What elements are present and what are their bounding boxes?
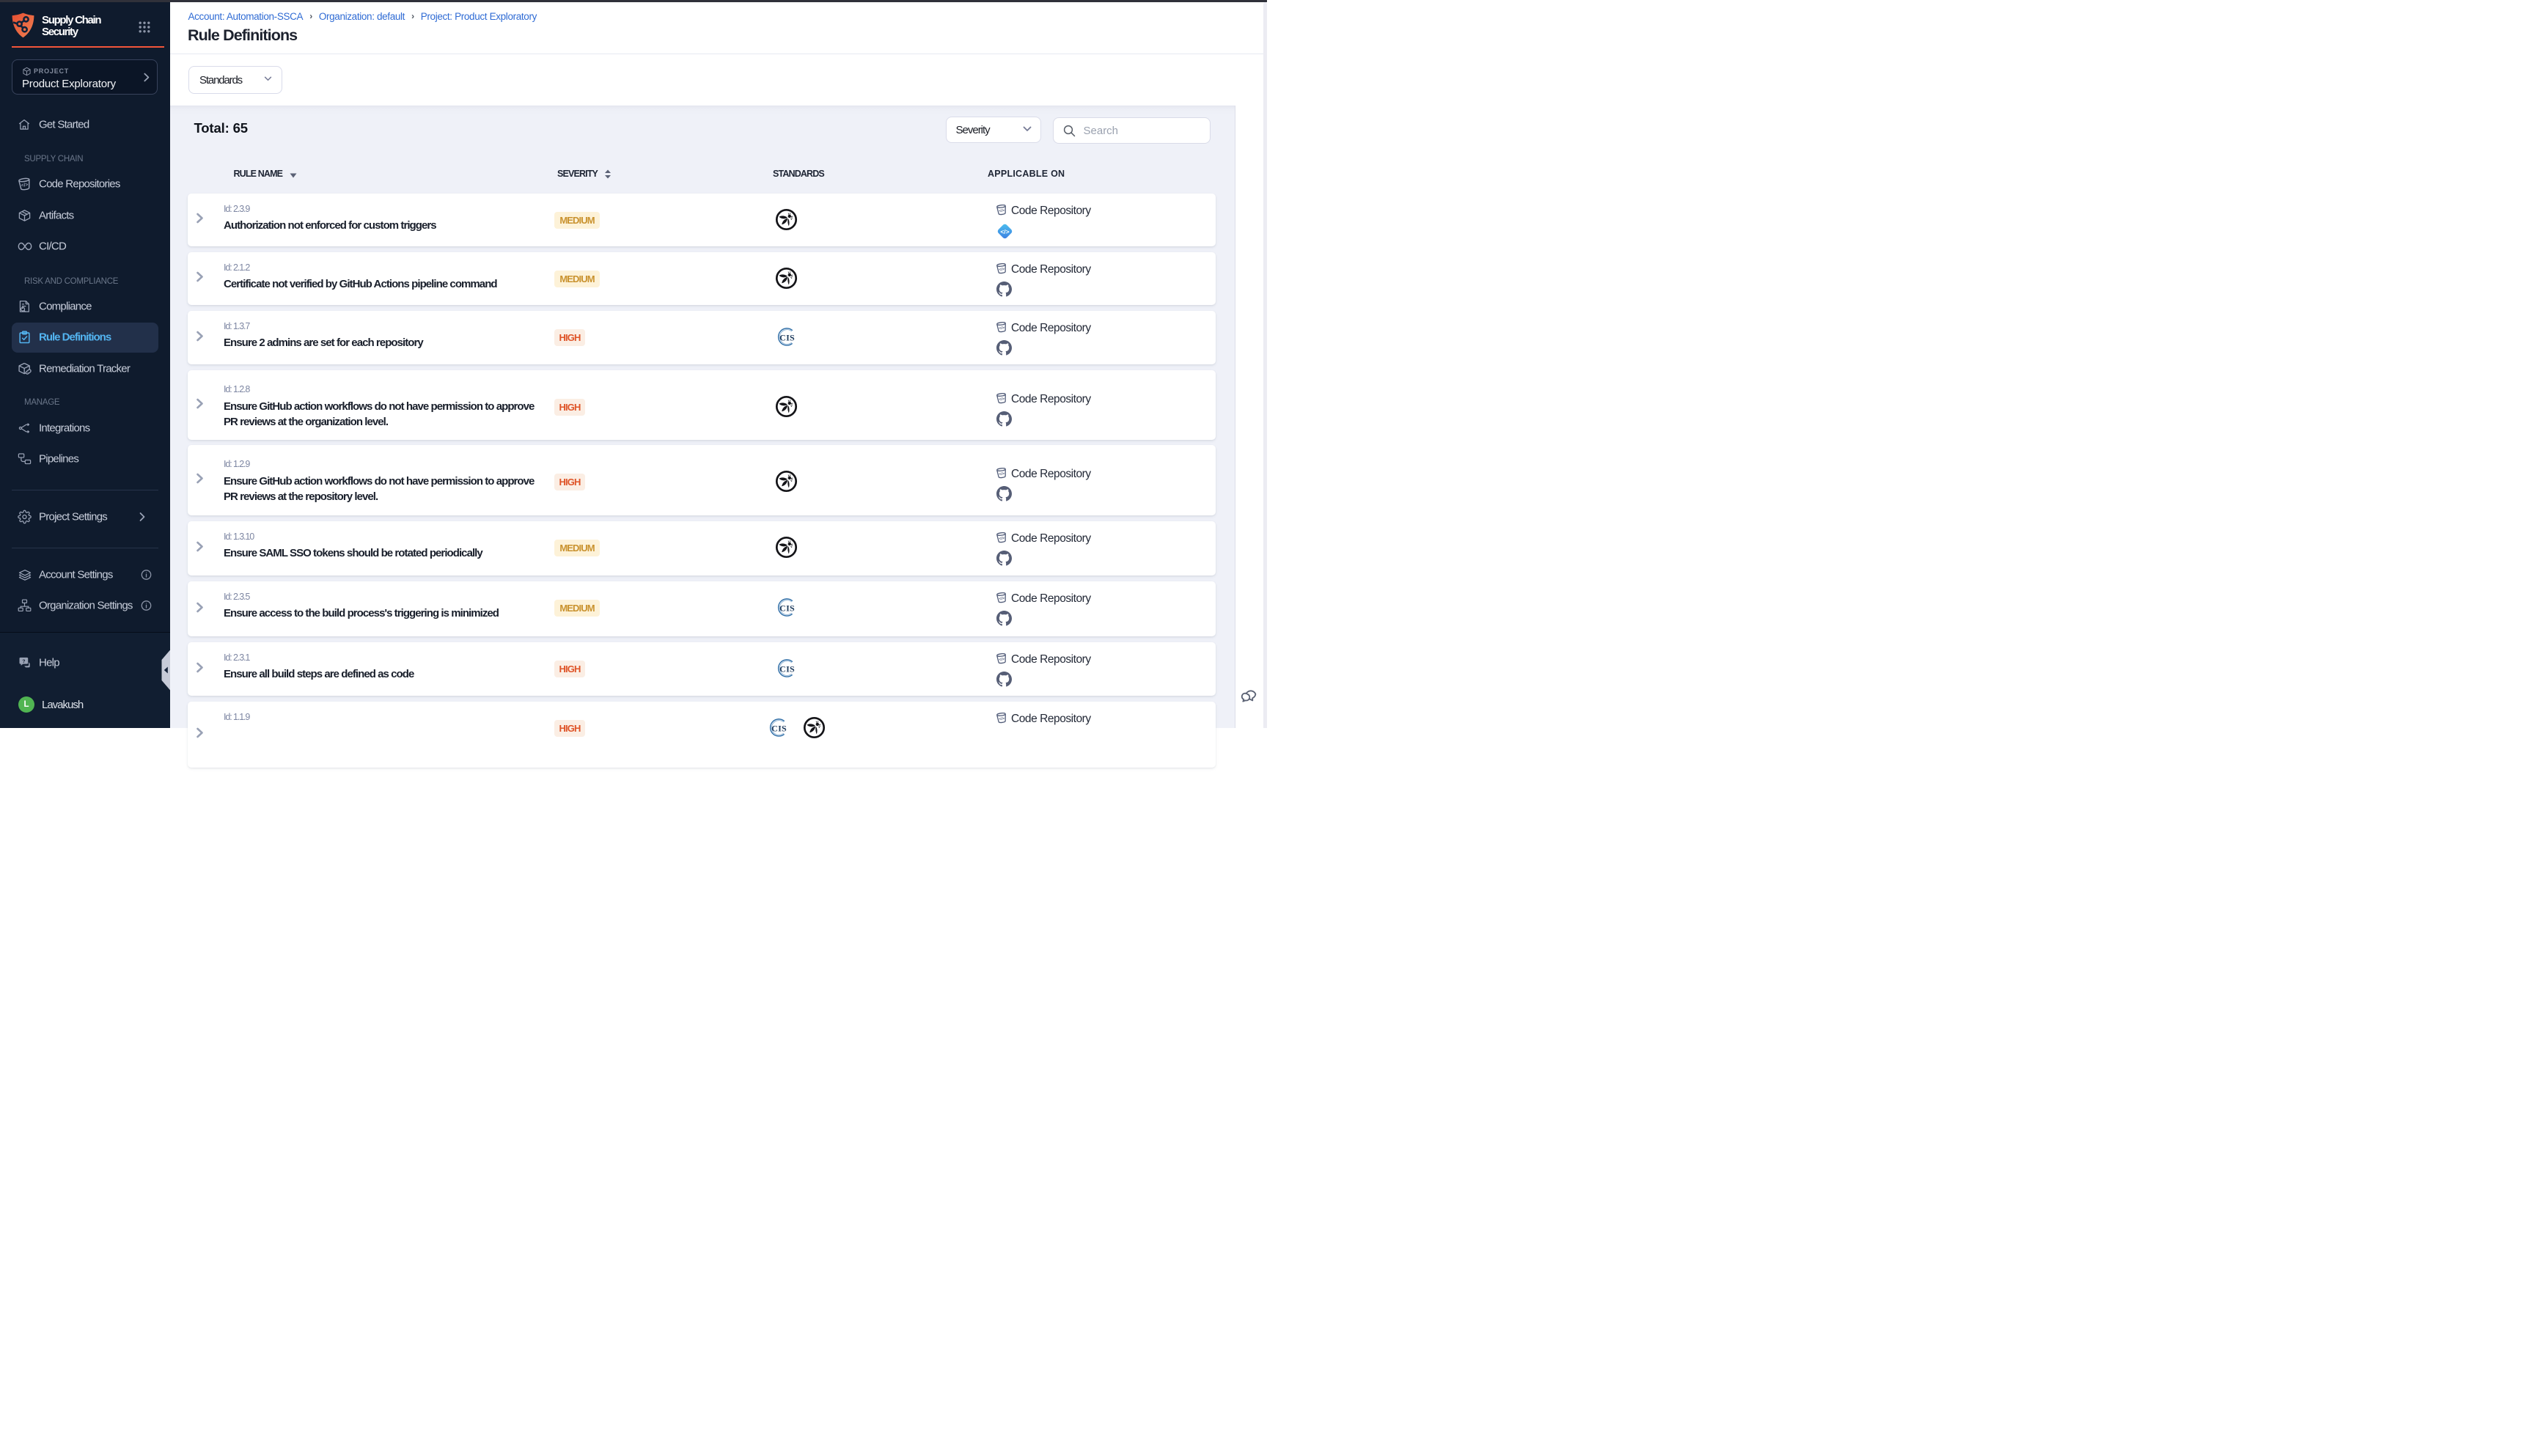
svg-text:</>: </> xyxy=(999,267,1005,272)
svg-text:</>: </> xyxy=(999,657,1005,662)
svg-text:CIS: CIS xyxy=(779,332,795,342)
svg-text:?: ? xyxy=(22,659,25,664)
svg-text:</>: </> xyxy=(1000,228,1009,235)
svg-text:</>: </> xyxy=(999,471,1005,477)
svg-text:</>: </> xyxy=(999,208,1005,213)
svg-text:</>: </> xyxy=(21,183,29,188)
svg-text:CIS: CIS xyxy=(779,603,795,613)
svg-text:</>: </> xyxy=(999,536,1005,541)
svg-text:</>: </> xyxy=(999,326,1005,331)
svg-text:</>: </> xyxy=(999,397,1005,402)
svg-text:</>: </> xyxy=(999,716,1005,721)
svg-text:CIS: CIS xyxy=(779,663,795,674)
svg-text:CIS: CIS xyxy=(771,723,787,733)
svg-text:</>: </> xyxy=(999,596,1005,601)
